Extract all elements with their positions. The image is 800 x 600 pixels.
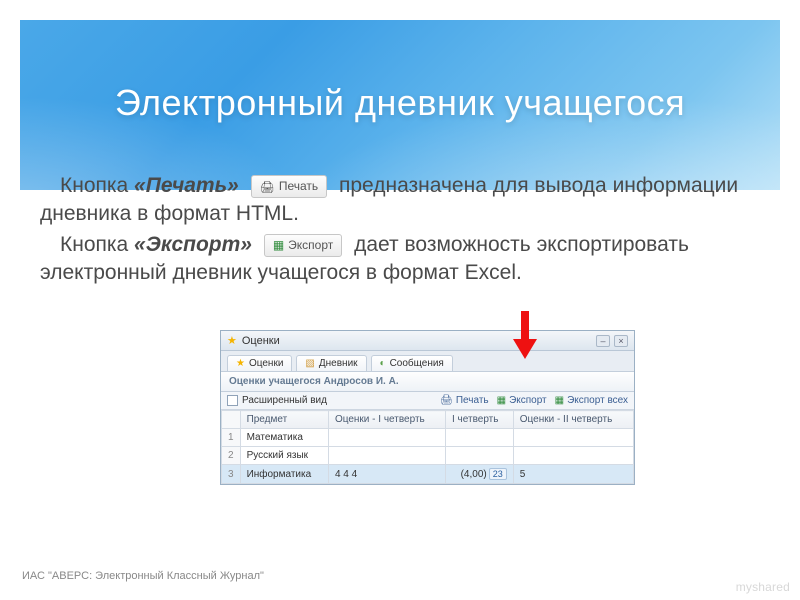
checkbox-icon — [227, 395, 238, 406]
p2-btn-label: «Экспорт» — [134, 233, 252, 256]
table-header-row: Предмет Оценки - I четверть I четверть О… — [222, 411, 634, 429]
p2-prefix: Кнопка — [60, 233, 134, 256]
inline-export-button: ▦Экспорт — [264, 234, 342, 257]
col-grades-q2: Оценки - II четверть — [513, 411, 633, 429]
toolbar: Расширенный вид 🖨 Печать ▦ Экспорт ▦ Экс… — [221, 392, 634, 410]
tab-grades[interactable]: ★ Оценки — [227, 355, 292, 371]
print-button[interactable]: 🖨 Печать — [440, 395, 488, 406]
tab-strip: ★ Оценки ▧ Дневник ◐ Сообщения — [221, 351, 634, 371]
close-button[interactable]: × — [614, 335, 628, 347]
p1-prefix: Кнопка — [60, 174, 134, 197]
export-all-button[interactable]: ▦ Экспорт всех — [555, 395, 628, 406]
printer-icon: 🖨 — [440, 395, 453, 406]
excel-icon: ▦ — [555, 395, 564, 406]
col-rownum — [222, 411, 241, 429]
slide-body: Кнопка «Печать» 🖨Печать предназначена дл… — [40, 170, 760, 289]
export-button[interactable]: ▦ Экспорт — [497, 395, 547, 406]
table-row[interactable]: 2 Русский язык — [222, 447, 634, 465]
grades-table: Предмет Оценки - I четверть I четверть О… — [221, 410, 634, 484]
watermark: myshared — [736, 580, 790, 594]
slide-header: Электронный дневник учащегося — [20, 20, 780, 190]
excel-icon: ▦ — [497, 395, 506, 406]
chat-icon: ◐ — [380, 358, 386, 369]
slide-title: Электронный дневник учащегося — [20, 82, 780, 124]
col-subject: Предмет — [240, 411, 328, 429]
table-row[interactable]: 1 Математика — [222, 429, 634, 447]
footer-text: ИАС "АВЕРС: Электронный Классный Журнал" — [22, 570, 264, 582]
table-row[interactable]: 3 Информатика 4 4 4 (4,00) 23 5 — [222, 465, 634, 484]
avg-cell: (4,00) 23 — [446, 465, 514, 484]
inline-print-button: 🖨Печать — [251, 175, 328, 198]
star-icon: ★ — [236, 358, 245, 369]
window-title: Оценки — [242, 335, 280, 347]
col-q1: I четверть — [446, 411, 514, 429]
document-icon: ▧ — [305, 358, 314, 369]
collapse-button[interactable]: – — [596, 335, 610, 347]
col-grades-q1: Оценки - I четверть — [328, 411, 445, 429]
p1-btn-label: «Печать» — [134, 174, 239, 197]
excel-icon: ▦ — [273, 237, 284, 253]
app-window: ★ Оценки – × ★ Оценки ▧ Дневник ◐ Сообще… — [220, 330, 635, 485]
printer-icon: 🖨 — [260, 179, 275, 195]
expanded-view-checkbox[interactable]: Расширенный вид — [227, 395, 327, 406]
window-titlebar: ★ Оценки – × — [221, 331, 634, 351]
panel-subtitle: Оценки учащегося Андросов И. А. — [221, 371, 634, 392]
avg-count-badge[interactable]: 23 — [489, 468, 507, 480]
tab-messages[interactable]: ◐ Сообщения — [371, 355, 453, 371]
tab-diary[interactable]: ▧ Дневник — [296, 355, 366, 371]
window-icon: ★ — [227, 334, 237, 347]
